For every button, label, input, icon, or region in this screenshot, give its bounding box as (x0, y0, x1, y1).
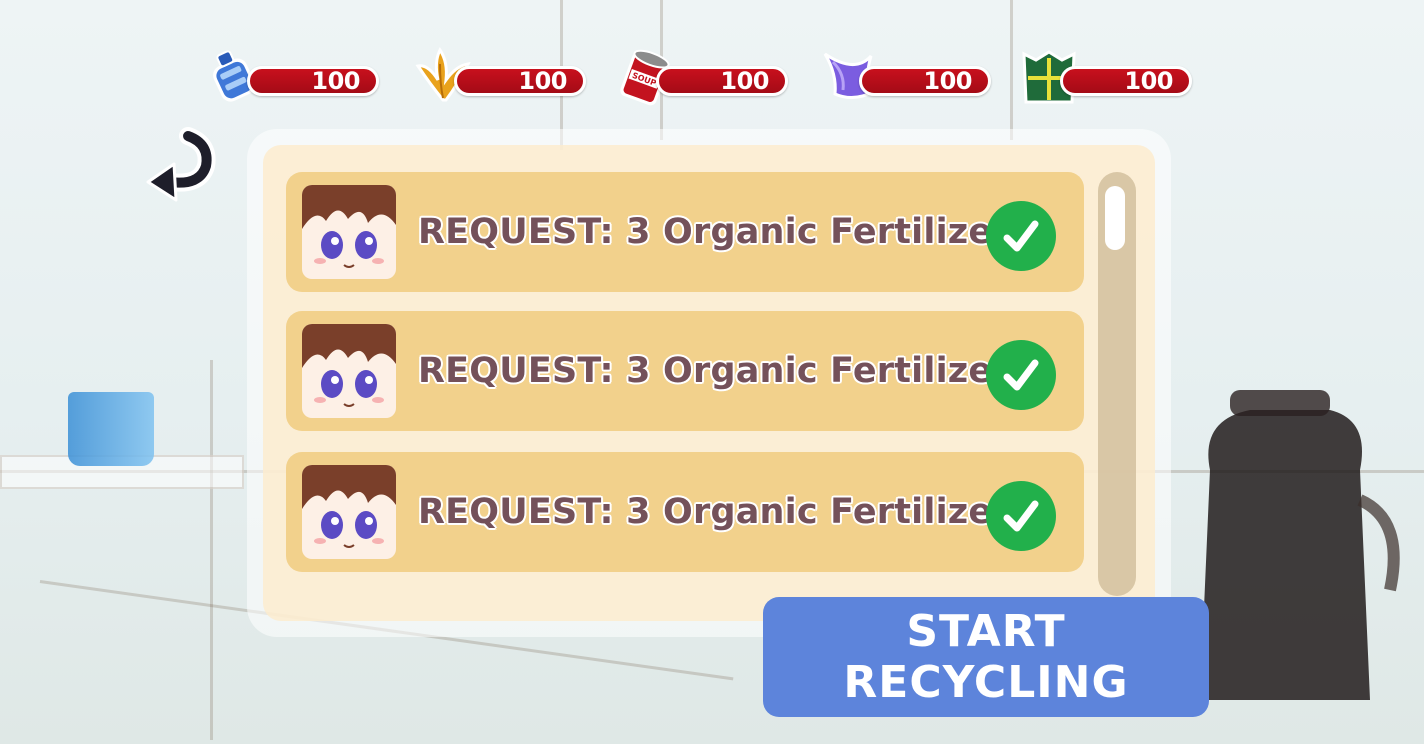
resource-bar: 100 (656, 66, 788, 96)
character-avatar (302, 185, 396, 279)
request-row[interactable]: REQUEST: 3 Organic Fertilizers (286, 311, 1084, 431)
resource-count: 100 (311, 67, 360, 95)
request-text: REQUEST: 3 Organic Fertilizers (418, 212, 1031, 252)
resource-bar: 100 (454, 66, 586, 96)
character-avatar (302, 465, 396, 559)
check-icon (986, 340, 1056, 410)
resource-count: 100 (518, 67, 567, 95)
request-row[interactable]: REQUEST: 3 Organic Fertilizers (286, 452, 1084, 572)
character-avatar (302, 324, 396, 418)
resource-count: 100 (720, 67, 769, 95)
resource-bar: 100 (859, 66, 991, 96)
back-arrow-icon[interactable] (140, 126, 220, 206)
request-text: REQUEST: 3 Organic Fertilizers (418, 492, 1031, 532)
blue-cup-decoration (68, 392, 154, 466)
check-icon (986, 201, 1056, 271)
resource-count: 100 (1124, 67, 1173, 95)
resource-count: 100 (923, 67, 972, 95)
check-icon (986, 481, 1056, 551)
start-recycling-button[interactable]: START RECYCLING (763, 597, 1209, 717)
request-row[interactable]: REQUEST: 3 Organic Fertilizers (286, 172, 1084, 292)
resource-bar: 100 (247, 66, 379, 96)
scrollbar-thumb[interactable] (1105, 186, 1125, 250)
request-text: REQUEST: 3 Organic Fertilizers (418, 351, 1031, 391)
resource-bar: 100 (1060, 66, 1192, 96)
